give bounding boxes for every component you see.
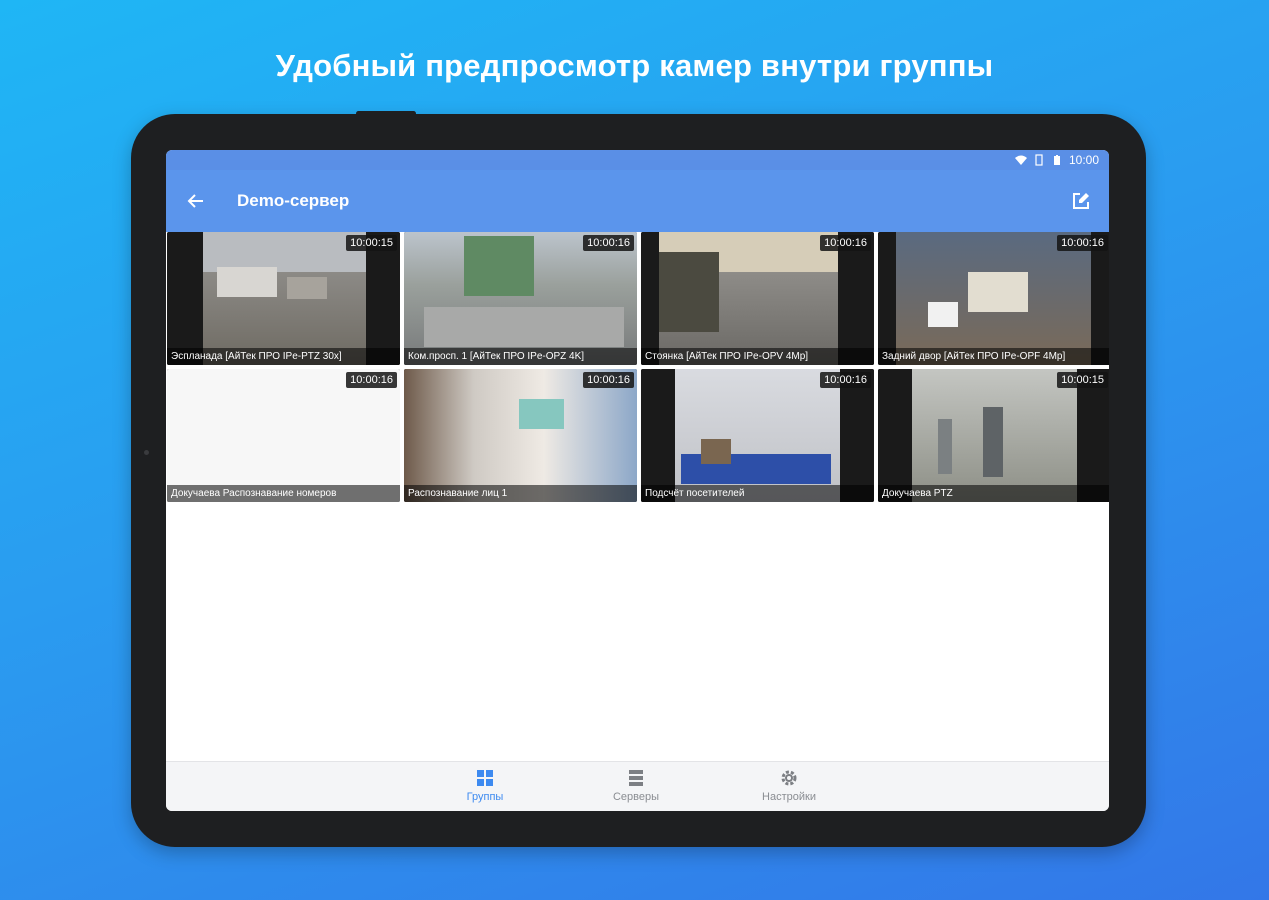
- app-screen: 10:00 Demo-сервер 10:00:15 Эспланада [АйТ…: [166, 150, 1109, 811]
- nav-servers[interactable]: Серверы: [591, 768, 681, 803]
- back-button[interactable]: [166, 170, 226, 232]
- camera-preview: [641, 232, 874, 365]
- camera-preview: [641, 369, 874, 502]
- edit-button[interactable]: [1069, 189, 1093, 213]
- camera-grid: 10:00:15 Эспланада [АйТек ПРО IPe-PTZ 30x…: [167, 232, 1109, 502]
- camera-tile[interactable]: 10:00:16 Ком.просп. 1 [АйТек ПРО IPe-OPZ …: [404, 232, 637, 365]
- camera-tile[interactable]: 10:00:15 Докучаева PTZ: [878, 369, 1109, 502]
- nav-settings[interactable]: Настройки: [744, 768, 834, 803]
- sim-icon: [1035, 154, 1043, 166]
- camera-preview: [167, 232, 400, 365]
- camera-timestamp: 10:00:16: [583, 235, 634, 251]
- camera-caption: Стоянка [АйТек ПРО IPe-OPV 4Mp]: [641, 348, 874, 365]
- camera-caption: Подсчёт посетителей: [641, 485, 874, 502]
- camera-caption: Докучаева Распознавание номеров: [167, 485, 400, 502]
- camera-timestamp: 10:00:16: [1057, 235, 1108, 251]
- wifi-icon: [1014, 155, 1027, 165]
- page-title: Demo-сервер: [237, 191, 350, 210]
- camera-preview: [404, 232, 637, 365]
- camera-caption: Распознавание лиц 1: [404, 485, 637, 502]
- arrow-left-icon: [187, 194, 203, 208]
- grid-icon: [477, 770, 493, 786]
- app-bar: Demo-сервер: [166, 170, 1109, 232]
- camera-tile[interactable]: 10:00:16 Стоянка [АйТек ПРО IPe-OPV 4Mp]: [641, 232, 874, 365]
- camera-caption: Докучаева PTZ: [878, 485, 1109, 502]
- camera-tile[interactable]: 10:00:15 Эспланада [АйТек ПРО IPe-PTZ 30x…: [167, 232, 400, 365]
- nav-settings-label: Настройки: [762, 791, 816, 803]
- status-bar: 10:00: [166, 150, 1109, 170]
- camera-timestamp: 10:00:15: [1057, 372, 1108, 388]
- camera-preview: [878, 369, 1109, 502]
- camera-tile[interactable]: 10:00:16 Подсчёт посетителей: [641, 369, 874, 502]
- camera-timestamp: 10:00:16: [583, 372, 634, 388]
- edit-icon: [1073, 193, 1089, 209]
- camera-timestamp: 10:00:16: [820, 372, 871, 388]
- nav-groups[interactable]: Группы: [440, 768, 530, 803]
- camera-preview: [878, 232, 1109, 365]
- camera-tile[interactable]: 10:00:16 Задний двор [АйТек ПРО IPe-OPF 4…: [878, 232, 1109, 365]
- tablet-power-button: [356, 111, 416, 116]
- camera-caption: Эспланада [АйТек ПРО IPe-PTZ 30x]: [167, 348, 400, 365]
- headline: Удобный предпросмотр камер внутри группы: [275, 48, 994, 83]
- nav-groups-label: Группы: [466, 791, 504, 803]
- camera-preview: [167, 369, 400, 502]
- camera-caption: Ком.просп. 1 [АйТек ПРО IPe-OPZ 4K]: [404, 348, 637, 365]
- status-time: 10:00: [1068, 153, 1099, 167]
- camera-preview: [404, 369, 637, 502]
- camera-timestamp: 10:00:16: [820, 235, 871, 251]
- bottom-navigation: Группы Серверы Настройки: [166, 761, 1109, 811]
- camera-tile[interactable]: 10:00:16 Распознавание лиц 1: [404, 369, 637, 502]
- gear-icon: [781, 770, 797, 786]
- battery-icon: [1053, 155, 1060, 165]
- camera-caption: Задний двор [АйТек ПРО IPe-OPF 4Mp]: [878, 348, 1109, 365]
- camera-timestamp: 10:00:15: [346, 235, 397, 251]
- camera-tile[interactable]: 10:00:16 Докучаева Распознавание номеров: [167, 369, 400, 502]
- tablet-camera: [144, 450, 149, 455]
- camera-timestamp: 10:00:16: [346, 372, 397, 388]
- list-icon: [629, 770, 643, 786]
- nav-servers-label: Серверы: [612, 791, 660, 803]
